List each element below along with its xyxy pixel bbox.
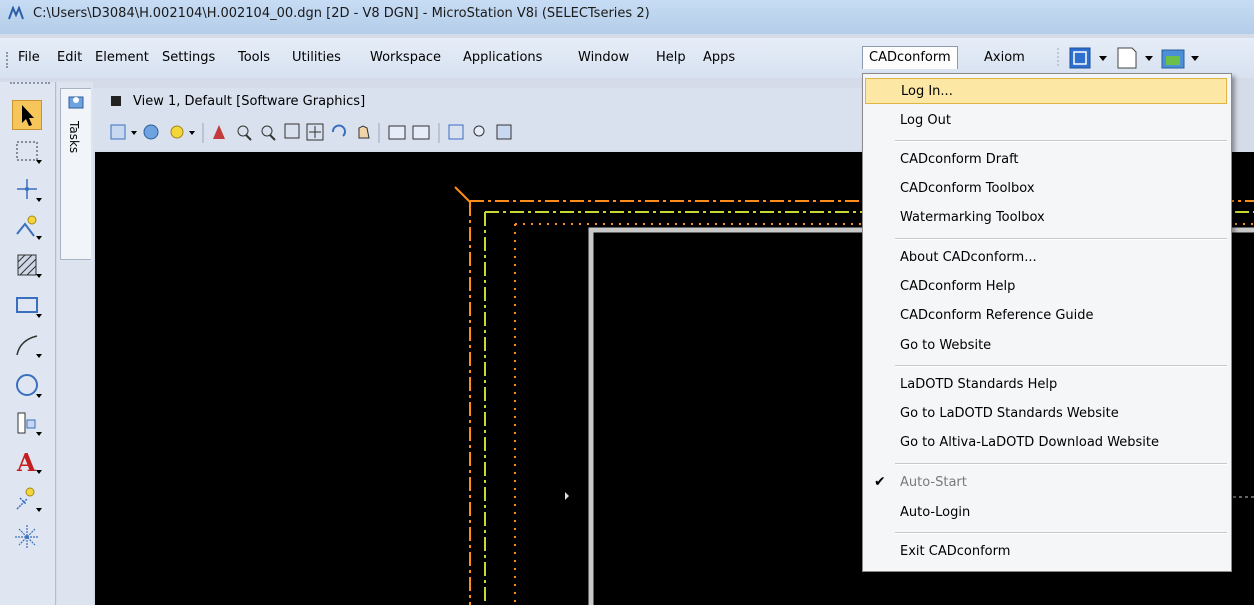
view-header: View 1, Default [Software Graphics] [93, 88, 863, 150]
menu-separator [895, 238, 1227, 240]
menu-item-label: Go to Website [900, 338, 992, 353]
circle-tool[interactable] [12, 370, 42, 400]
menu-item-auto-login[interactable]: Auto-Login [865, 500, 1227, 526]
menu-apps[interactable]: Apps [703, 50, 735, 65]
menu-item-about-cadconform[interactable]: About CADconform... [865, 245, 1227, 271]
menu-item-watermarking-toolbox[interactable]: Watermarking Toolbox [865, 205, 1227, 231]
fence-tool[interactable] [12, 136, 42, 166]
dimension-tool[interactable] [12, 484, 42, 514]
arrow-pointer-icon [22, 105, 34, 126]
cadconform-dropdown-menu: Log In... Log Out CADconform Draft CADco… [862, 73, 1232, 572]
menu-item-label: Log Out [900, 113, 951, 128]
tasks-tab[interactable]: Tasks [60, 88, 91, 260]
toolbar-right-icons[interactable] [1056, 44, 1254, 72]
menu-window[interactable]: Window [578, 50, 629, 65]
menu-cadconform[interactable]: CADconform [862, 46, 958, 69]
svg-text:A: A [16, 448, 36, 476]
arc-tool[interactable] [12, 330, 42, 360]
menu-item-altiva-download-website[interactable]: Go to Altiva-LaDOTD Download Website [865, 430, 1227, 456]
menu-item-label: CADconform Toolbox [900, 181, 1035, 196]
menu-help[interactable]: Help [656, 50, 686, 65]
menu-item-label: Auto-Login [900, 505, 971, 520]
menu-item-label: CADconform Draft [900, 152, 1019, 167]
menu-item-label: About CADconform... [900, 250, 1037, 265]
menu-separator [895, 365, 1227, 367]
menu-applications[interactable]: Applications [463, 50, 542, 65]
place-point-tool[interactable] [12, 174, 42, 204]
menu-workspace[interactable]: Workspace [370, 50, 441, 65]
view-window-icon[interactable] [111, 96, 121, 106]
menu-element[interactable]: Element [95, 50, 149, 65]
menu-separator [895, 140, 1227, 142]
menu-item-ladotd-standards-website[interactable]: Go to LaDOTD Standards Website [865, 401, 1227, 427]
text-tool[interactable]: A [12, 446, 42, 477]
menu-item-log-in[interactable]: Log In... [865, 78, 1227, 104]
tasks-tab-label: Tasks [67, 121, 81, 154]
menu-item-reference-guide[interactable]: CADconform Reference Guide [865, 303, 1227, 329]
menu-item-label: CADconform Help [900, 279, 1016, 294]
menu-item-ladotd-standards-help[interactable]: LaDOTD Standards Help [865, 372, 1227, 398]
tasks-tab-icon [68, 96, 84, 109]
menu-item-label: Log In... [901, 84, 953, 99]
palette-grip[interactable] [10, 82, 50, 87]
menubar-grip[interactable] [6, 52, 11, 68]
element-selection-tool[interactable] [12, 100, 42, 130]
menu-item-label: CADconform Reference Guide [900, 308, 1094, 323]
menu-settings[interactable]: Settings [162, 50, 215, 65]
menu-separator [895, 532, 1227, 534]
menu-bar: File Edit Element Settings Tools Utiliti… [0, 38, 1254, 78]
menu-item-cadconform-toolbox[interactable]: CADconform Toolbox [865, 176, 1227, 202]
microstation-icon [8, 6, 24, 20]
menu-item-log-out[interactable]: Log Out [865, 108, 1227, 134]
hatch-tool[interactable] [12, 250, 42, 280]
title-bar: C:\Users\D3084\H.002104\H.002104_00.dgn … [0, 0, 1254, 34]
menu-item-cadconform-draft[interactable]: CADconform Draft [865, 147, 1227, 173]
menu-axiom[interactable]: Axiom [984, 50, 1025, 65]
rectangle-tool[interactable] [12, 290, 42, 320]
menu-item-label: Watermarking Toolbox [900, 210, 1045, 225]
menu-item-go-to-website[interactable]: Go to Website [865, 333, 1227, 359]
menu-separator [895, 463, 1227, 465]
menu-utilities[interactable]: Utilities [292, 50, 341, 65]
menu-file[interactable]: File [18, 50, 40, 65]
modify-tool[interactable] [12, 522, 42, 552]
menu-tools[interactable]: Tools [238, 50, 270, 65]
smartline-tool[interactable] [12, 212, 42, 242]
sparkle-modify-icon [15, 525, 39, 549]
checkmark-icon: ✔ [874, 474, 886, 490]
menu-item-cadconform-help[interactable]: CADconform Help [865, 274, 1227, 300]
menu-item-auto-start[interactable]: ✔ Auto-Start [865, 470, 1227, 496]
menu-item-label: LaDOTD Standards Help [900, 377, 1058, 392]
menu-item-label: Go to Altiva-LaDOTD Download Website [900, 435, 1160, 450]
view-title: View 1, Default [Software Graphics] [133, 94, 366, 109]
cell-tool[interactable] [12, 408, 42, 438]
menu-item-label: Auto-Start [900, 475, 967, 490]
menu-item-label: Go to LaDOTD Standards Website [900, 406, 1119, 421]
menu-item-exit-cadconform[interactable]: Exit CADconform [865, 539, 1227, 565]
menu-edit[interactable]: Edit [57, 50, 82, 65]
menu-item-label: Exit CADconform [900, 544, 1011, 559]
tasks-panel: Tasks [57, 82, 93, 605]
window-title: C:\Users\D3084\H.002104\H.002104_00.dgn … [33, 6, 650, 21]
main-tool-palette: A [0, 82, 56, 605]
view-control-toolbar[interactable] [107, 120, 727, 146]
